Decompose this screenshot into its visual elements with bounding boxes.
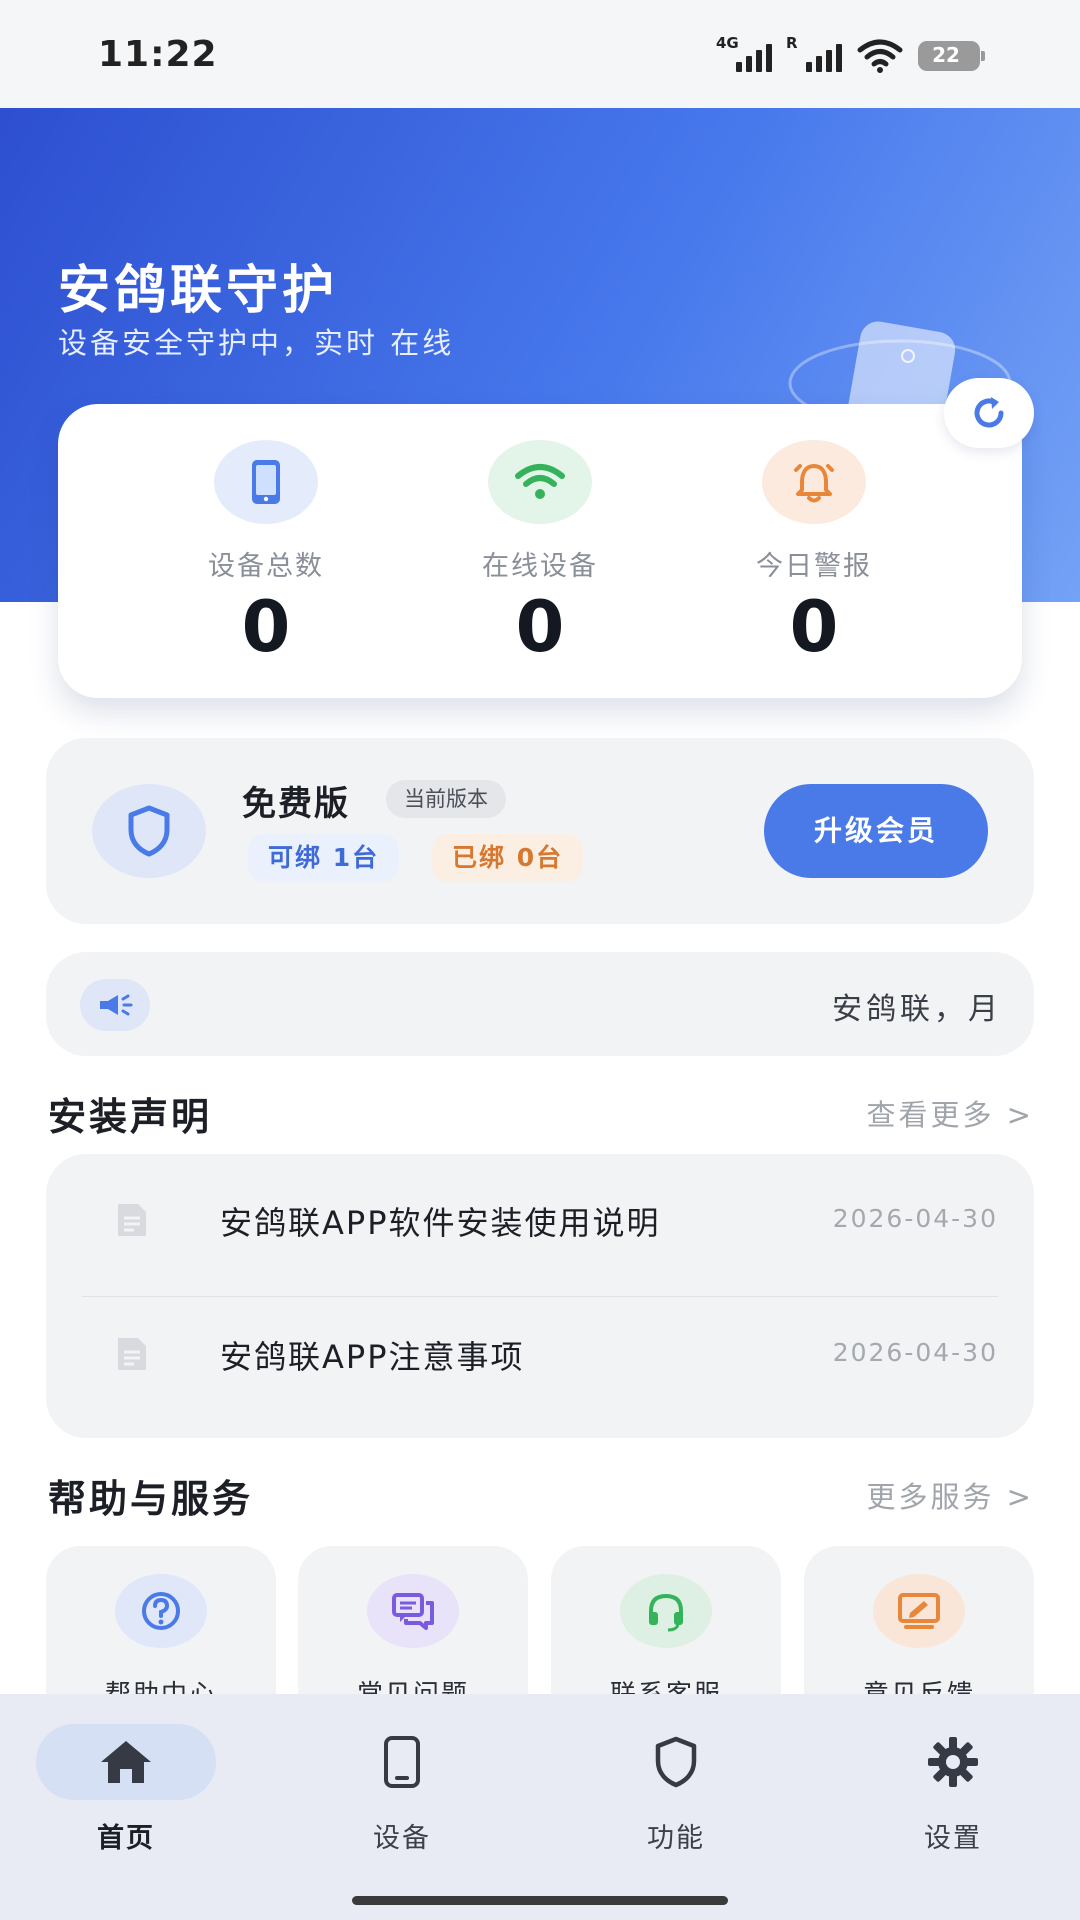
stats-card: 设备总数 0 在线设备 0 今日警报 0 — [58, 404, 1022, 698]
stat-online-devices[interactable]: 在线设备 0 — [430, 440, 650, 667]
current-version-badge: 当前版本 — [386, 780, 506, 818]
document-icon — [118, 1338, 146, 1370]
tab-devices[interactable]: 设备 — [292, 1724, 512, 1855]
stat-today-alarms[interactable]: 今日警报 0 — [704, 440, 924, 667]
help-more-services-link[interactable]: 更多服务 > — [866, 1474, 1034, 1516]
install-view-more-link[interactable]: 查看更多 > — [866, 1092, 1034, 1134]
help-circle-icon — [115, 1574, 207, 1648]
tab-features[interactable]: 功能 — [566, 1724, 786, 1855]
tab-label: 首页 — [97, 1823, 155, 1854]
stat-label: 今日警报 — [756, 551, 872, 582]
battery-level: 22 — [932, 43, 960, 67]
install-doc-list: 安鸽联APP软件安装使用说明 2026-04-30 安鸽联APP注意事项 202… — [46, 1154, 1034, 1438]
home-icon — [36, 1724, 216, 1800]
stat-value: 0 — [241, 586, 291, 668]
announcement-text: 安鸽联，月 — [832, 992, 1002, 1027]
announcement-bar[interactable]: 安鸽联，月 — [46, 952, 1034, 1056]
tab-label: 设置 — [924, 1823, 982, 1854]
tab-settings[interactable]: 设置 — [843, 1724, 1063, 1855]
gear-icon — [863, 1724, 1043, 1800]
headset-icon — [620, 1574, 712, 1648]
battery-icon: 22 — [918, 41, 985, 71]
cellular-signal-icon: 4G — [716, 34, 772, 74]
phone-icon — [214, 440, 318, 524]
status-icons: 4G R 22 — [716, 34, 985, 76]
chat-bubbles-icon — [367, 1574, 459, 1648]
doc-date: 2026-04-30 — [832, 1338, 998, 1367]
document-icon — [118, 1204, 146, 1236]
stat-label: 设备总数 — [208, 551, 324, 582]
wifi-status-icon — [857, 39, 903, 73]
doc-list-item[interactable]: 安鸽联APP注意事项 2026-04-30 — [46, 1288, 1034, 1422]
stat-value: 0 — [515, 586, 565, 668]
doc-title: 安鸽联APP软件安装使用说明 — [220, 1204, 661, 1242]
hero-title: 安鸽联守护 — [58, 261, 339, 321]
phone-icon — [312, 1724, 492, 1800]
status-bar: 11:22 4G R 22 — [0, 0, 1080, 108]
roaming-signal-icon: R — [786, 34, 842, 74]
roaming-label: R — [786, 34, 798, 52]
install-section-title: 安装声明 — [48, 1095, 213, 1139]
doc-date: 2026-04-30 — [832, 1204, 998, 1233]
tab-home[interactable]: 首页 — [16, 1724, 236, 1855]
bound-count-badge: 已绑 0台 — [432, 834, 584, 882]
alarm-bell-icon — [762, 440, 866, 524]
membership-card: 免费版 当前版本 可绑 1台 已绑 0台 升级会员 — [46, 738, 1034, 924]
shield-icon — [586, 1724, 766, 1800]
stat-label: 在线设备 — [482, 551, 598, 582]
wifi-icon — [488, 440, 592, 524]
stat-value: 0 — [789, 586, 839, 668]
upgrade-member-button[interactable]: 升级会员 — [764, 784, 988, 878]
bottom-tab-bar: 首页 设备 功能 设置 — [0, 1694, 1080, 1920]
hero-subtitle: 设备安全守护中，实时 在线 — [58, 326, 455, 360]
shield-icon — [92, 784, 206, 878]
feedback-edit-icon — [873, 1574, 965, 1648]
status-time: 11:22 — [98, 34, 218, 75]
plan-name: 免费版 — [242, 784, 350, 824]
megaphone-icon — [80, 979, 150, 1031]
home-indicator[interactable] — [352, 1896, 728, 1905]
tab-label: 设备 — [373, 1823, 431, 1854]
refresh-button[interactable] — [944, 378, 1034, 448]
help-section-title: 帮助与服务 — [48, 1477, 254, 1521]
tab-label: 功能 — [647, 1823, 705, 1854]
refresh-icon — [974, 397, 1004, 428]
bindable-count-badge: 可绑 1台 — [248, 834, 400, 882]
doc-list-item[interactable]: 安鸽联APP软件安装使用说明 2026-04-30 — [46, 1154, 1034, 1288]
stat-total-devices[interactable]: 设备总数 0 — [156, 440, 376, 667]
doc-title: 安鸽联APP注意事项 — [220, 1338, 525, 1376]
